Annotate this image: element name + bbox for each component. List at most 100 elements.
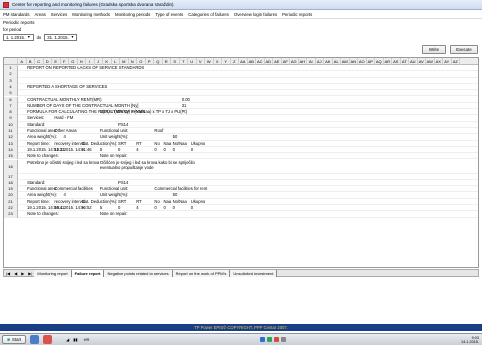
cell[interactable]: Note to changes:: [27, 211, 59, 217]
column-header[interactable]: D: [44, 58, 52, 65]
column-header[interactable]: AP: [367, 58, 375, 65]
cell[interactable]: NUMBER OF DAYS OF THE CONTRACTUAL MONTH …: [27, 103, 138, 109]
security-icon[interactable]: [274, 337, 280, 342]
column-header[interactable]: AD: [265, 58, 273, 65]
menu-item[interactable]: PM standards: [3, 12, 30, 17]
column-header[interactable]: T: [180, 58, 188, 65]
cell[interactable]: Unit weight(%):: [100, 134, 128, 140]
corner-cell[interactable]: [4, 58, 18, 65]
period-to-select[interactable]: 31. 1.2015. ▼: [44, 33, 78, 41]
cell[interactable]: No/Naa: [173, 199, 187, 205]
cell[interactable]: No: [154, 141, 159, 147]
column-header[interactable]: AO: [358, 58, 367, 65]
menu-item[interactable]: Monitoring periods: [115, 12, 150, 17]
cell[interactable]: 0: [154, 147, 156, 153]
column-header[interactable]: AG: [290, 58, 299, 65]
tab-nav-last-icon[interactable]: ▶|: [26, 271, 34, 276]
execute-button[interactable]: Execute: [450, 45, 478, 54]
cell[interactable]: Note to changes:: [27, 153, 59, 159]
cell[interactable]: 4: [136, 147, 138, 153]
column-header[interactable]: W: [205, 58, 214, 65]
cell[interactable]: 50: [173, 192, 178, 198]
volume-icon[interactable]: ◢: [66, 337, 69, 342]
column-header[interactable]: AT: [401, 58, 409, 65]
tab-nav-prev-icon[interactable]: ◀: [12, 271, 19, 276]
cell[interactable]: 0: [191, 205, 193, 211]
cell[interactable]: Area weight(%):: [27, 192, 57, 198]
cell[interactable]: 0.00: [182, 97, 190, 103]
column-header[interactable]: G: [69, 58, 78, 65]
cell[interactable]: 5: [100, 147, 102, 153]
column-header[interactable]: AF: [282, 58, 290, 65]
cell[interactable]: Commercial facilities for rent: [154, 186, 207, 192]
column-header[interactable]: AV: [418, 58, 426, 65]
cell[interactable]: Naa: [164, 141, 172, 147]
cell[interactable]: 0: [173, 147, 175, 153]
cell[interactable]: 5: [100, 205, 102, 211]
menu-item[interactable]: Areas: [35, 12, 46, 17]
app-taskbar-icon[interactable]: [43, 335, 53, 344]
column-header[interactable]: AA: [239, 58, 248, 65]
cell[interactable]: Standard:: [27, 180, 45, 186]
cell[interactable]: PS14: [118, 180, 128, 186]
cell[interactable]: REPORT ON REPORTED LACKS OF SERVICE STAN…: [27, 65, 144, 71]
cell[interactable]: Area weight(%):: [27, 134, 57, 140]
column-header[interactable]: AX: [435, 58, 443, 65]
column-header[interactable]: L: [112, 58, 120, 65]
sheet-tab[interactable]: Negative points related to services: [104, 269, 173, 277]
column-header[interactable]: E: [52, 58, 61, 65]
menu-item[interactable]: Type of events: [155, 12, 183, 17]
cell[interactable]: 0: [118, 147, 120, 153]
row-number[interactable]: 16: [4, 159, 18, 174]
cell[interactable]: 0: [164, 205, 166, 211]
row-number[interactable]: 23: [4, 211, 18, 218]
column-header[interactable]: C: [35, 58, 44, 65]
cell[interactable]: 19.1.2015. 14:51:46: [54, 147, 91, 153]
cell[interactable]: eventualno propuštanje vode: [100, 165, 154, 171]
cell[interactable]: 0: [154, 205, 156, 211]
cell[interactable]: recovery interval: [54, 141, 85, 147]
column-header[interactable]: AS: [392, 58, 401, 65]
column-header[interactable]: O: [137, 58, 146, 65]
battery-icon[interactable]: [267, 337, 273, 342]
cell[interactable]: Functional area:: [27, 128, 57, 134]
cell[interactable]: 4: [63, 192, 65, 198]
sheet-tab[interactable]: Failure report: [71, 269, 105, 277]
cell[interactable]: 0: [173, 205, 175, 211]
menu-item[interactable]: Categories of failures: [188, 12, 229, 17]
cell[interactable]: Cat.: [82, 199, 90, 205]
cell[interactable]: Deduction(%):: [91, 141, 118, 147]
cell[interactable]: No/Naa: [173, 141, 187, 147]
cell[interactable]: SRT: [118, 199, 126, 205]
cell[interactable]: SRT: [118, 141, 126, 147]
cell[interactable]: Other Areas: [54, 128, 76, 134]
column-header[interactable]: H: [78, 58, 86, 65]
cell[interactable]: Report time:: [27, 199, 50, 205]
cell[interactable]: Report time:: [27, 141, 50, 147]
sheet-tab[interactable]: Report on the work of PPM's: [172, 269, 231, 277]
column-header[interactable]: AC: [256, 58, 265, 65]
cell[interactable]: No: [154, 199, 159, 205]
cell[interactable]: 0: [118, 205, 120, 211]
column-header[interactable]: AK: [324, 58, 333, 65]
column-header[interactable]: M: [120, 58, 129, 65]
cell[interactable]: Potrebno je očistiti snijeg i led sa kro…: [27, 160, 99, 166]
cell[interactable]: 4: [136, 205, 138, 211]
column-header[interactable]: AI: [307, 58, 316, 65]
cell[interactable]: RT: [136, 199, 142, 205]
column-header[interactable]: AY: [443, 58, 452, 65]
column-header[interactable]: AE: [273, 58, 282, 65]
column-header[interactable]: AW: [426, 58, 435, 65]
cell[interactable]: Deduction(%):: [91, 199, 118, 205]
column-header[interactable]: X: [214, 58, 222, 65]
cell[interactable]: Note on repair:: [100, 211, 128, 217]
column-header[interactable]: AJ: [316, 58, 324, 65]
cell[interactable]: Roof: [154, 128, 163, 134]
column-header[interactable]: I: [86, 58, 95, 65]
column-header[interactable]: AU: [409, 58, 418, 65]
column-header[interactable]: P: [146, 58, 154, 65]
column-header[interactable]: J: [95, 58, 103, 65]
cell[interactable]: Functional unit:: [100, 128, 128, 134]
column-header[interactable]: R: [163, 58, 171, 65]
menu-item[interactable]: Periodic reports: [282, 12, 312, 17]
